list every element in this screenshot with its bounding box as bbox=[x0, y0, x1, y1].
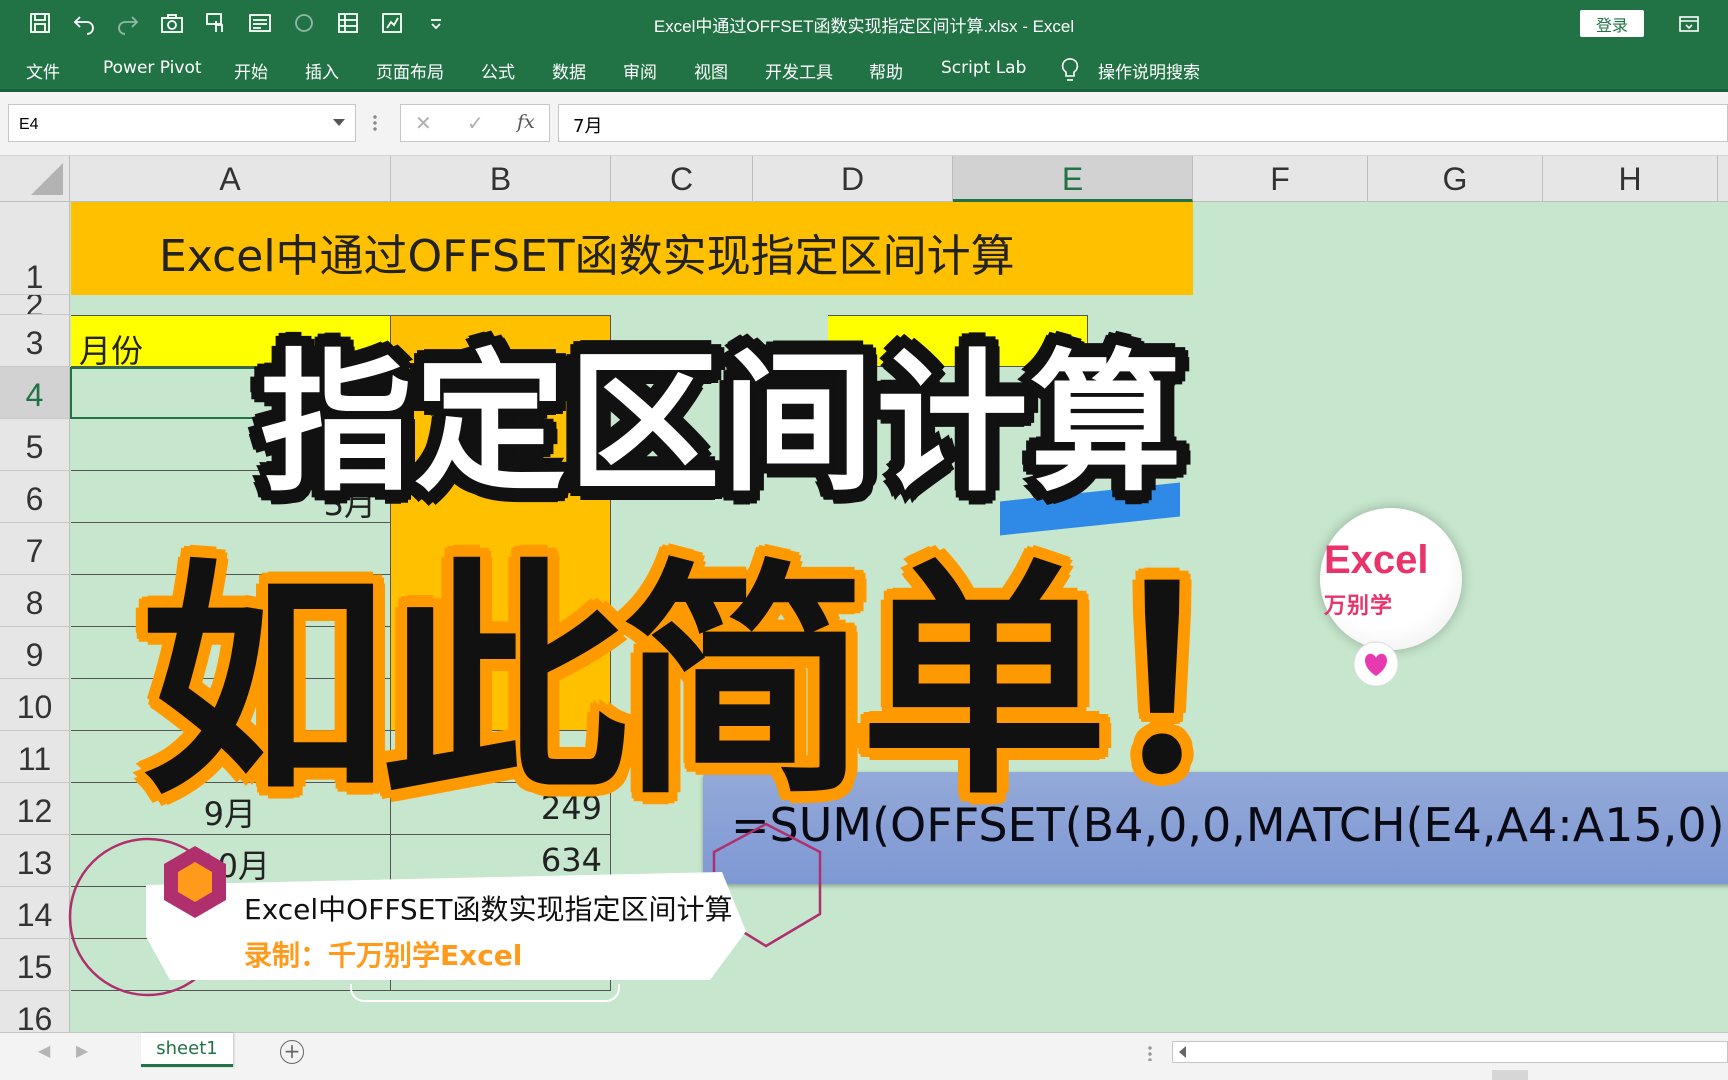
cell-a11[interactable] bbox=[71, 731, 391, 783]
column-header-a[interactable]: A bbox=[70, 156, 391, 202]
tab-developer[interactable]: 开发工具 bbox=[765, 58, 833, 83]
column-header-h[interactable]: H bbox=[1543, 156, 1718, 202]
cell-b15[interactable] bbox=[391, 939, 611, 991]
tab-file[interactable]: 文件 bbox=[26, 58, 60, 83]
cell-a12[interactable]: 9月 bbox=[71, 783, 391, 835]
cell-b14[interactable] bbox=[391, 887, 611, 939]
tab-home[interactable]: 开始 bbox=[234, 58, 268, 83]
cell-b3[interactable] bbox=[391, 315, 611, 367]
sheet-title-cell[interactable]: Excel中通过OFFSET函数实现指定区间计算 bbox=[71, 202, 1193, 295]
row-header-14[interactable]: 14 bbox=[0, 887, 70, 939]
tab-review[interactable]: 审阅 bbox=[623, 58, 657, 83]
select-all-button[interactable] bbox=[0, 156, 70, 202]
ribbon-display-options-icon[interactable] bbox=[1678, 13, 1700, 35]
cell-d3-e3[interactable] bbox=[828, 315, 1088, 367]
column-header-i[interactable] bbox=[1718, 156, 1728, 202]
status-bar bbox=[0, 1070, 1728, 1080]
cell-b13[interactable]: 634 bbox=[391, 835, 611, 887]
add-sheet-icon[interactable]: + bbox=[280, 1040, 304, 1064]
row-header-11[interactable]: 11 bbox=[0, 731, 70, 783]
column-header-e[interactable]: E bbox=[953, 156, 1193, 202]
lightbulb-icon bbox=[1058, 56, 1082, 84]
excel-window: Excel中通过OFFSET函数实现指定区间计算.xlsx - Excel 登录… bbox=[0, 0, 1728, 1080]
formula-input[interactable]: 7月 bbox=[558, 104, 1728, 142]
row-header-5[interactable]: 5 bbox=[0, 419, 70, 471]
title-bar: Excel中通过OFFSET函数实现指定区间计算.xlsx - Excel 登录 bbox=[0, 0, 1728, 48]
drag-handle-icon[interactable] bbox=[373, 114, 377, 132]
column-header-c[interactable]: C bbox=[611, 156, 753, 202]
row-header-7[interactable]: 7 bbox=[0, 523, 70, 575]
cell-b11[interactable] bbox=[391, 731, 611, 783]
column-header-g[interactable]: G bbox=[1368, 156, 1543, 202]
cell-a7[interactable] bbox=[71, 523, 391, 575]
column-header-b[interactable]: B bbox=[391, 156, 611, 202]
tab-script-lab[interactable]: Script Lab bbox=[941, 58, 1026, 78]
formula-buttons: ✕ ✓ fx bbox=[400, 104, 550, 142]
next-sheet-icon[interactable]: ▶ bbox=[76, 1041, 88, 1060]
tab-view[interactable]: 视图 bbox=[694, 58, 728, 83]
row-header-4[interactable]: 4 bbox=[0, 367, 70, 419]
insert-function-icon[interactable]: fx bbox=[517, 111, 535, 133]
tab-insert[interactable]: 插入 bbox=[305, 58, 339, 83]
horizontal-scrollbar[interactable] bbox=[1172, 1041, 1728, 1063]
tab-help[interactable]: 帮助 bbox=[869, 58, 903, 83]
row-header-10[interactable]: 10 bbox=[0, 679, 70, 731]
tell-me-search[interactable]: 操作说明搜索 bbox=[1098, 58, 1200, 83]
cell-a15[interactable] bbox=[71, 939, 391, 991]
column-header-f[interactable]: F bbox=[1193, 156, 1368, 202]
cancel-icon[interactable]: ✕ bbox=[415, 111, 432, 135]
active-cell-border bbox=[70, 367, 392, 419]
normal-view-button[interactable] bbox=[1492, 1070, 1528, 1080]
sheet-tab-sheet1[interactable]: sheet1 bbox=[141, 1033, 233, 1067]
ribbon-tabs: 文件 Power Pivot 开始 插入 页面布局 公式 数据 审阅 视图 开发… bbox=[0, 48, 1728, 92]
sheet-tab-bar: ◀ ▶ sheet1 + bbox=[0, 1032, 1728, 1070]
enter-icon[interactable]: ✓ bbox=[467, 111, 484, 135]
tab-page-layout[interactable]: 页面布局 bbox=[376, 58, 444, 83]
row-header-1[interactable]: 1 bbox=[0, 202, 70, 295]
name-box[interactable]: E4 bbox=[8, 104, 356, 142]
cell-a9[interactable] bbox=[71, 627, 391, 679]
formula-bar: E4 ✕ ✓ fx 7月 bbox=[0, 92, 1728, 156]
scroll-left-icon[interactable] bbox=[1179, 1046, 1186, 1058]
row-header-15[interactable]: 15 bbox=[0, 939, 70, 991]
splitter-handle[interactable] bbox=[1148, 1045, 1152, 1061]
cell-a5[interactable]: 2月 bbox=[71, 419, 391, 471]
row-header-16[interactable]: 16 bbox=[0, 991, 70, 1032]
tab-formulas[interactable]: 公式 bbox=[481, 58, 515, 83]
name-box-value: E4 bbox=[19, 116, 39, 133]
worksheet-grid[interactable]: A B C D E F G H 1 2 3 4 5 6 7 8 9 10 11 … bbox=[0, 156, 1728, 1032]
tab-data[interactable]: 数据 bbox=[552, 58, 586, 83]
column-header-d[interactable]: D bbox=[753, 156, 953, 202]
row-header-3[interactable]: 3 bbox=[0, 315, 70, 367]
tab-power-pivot[interactable]: Power Pivot bbox=[103, 58, 202, 78]
cell-a3[interactable]: 月份 bbox=[71, 315, 391, 367]
row-header-13[interactable]: 13 bbox=[0, 835, 70, 887]
prev-sheet-icon[interactable]: ◀ bbox=[38, 1041, 50, 1060]
highlighted-range-b4-b10[interactable] bbox=[391, 367, 611, 731]
cell-a10[interactable] bbox=[71, 679, 391, 731]
cell-b12[interactable]: 249 bbox=[391, 783, 611, 835]
window-title: Excel中通过OFFSET函数实现指定区间计算.xlsx - Excel bbox=[653, 17, 1075, 36]
row-header-6[interactable]: 6 bbox=[0, 471, 70, 523]
login-button[interactable]: 登录 bbox=[1580, 10, 1644, 37]
cell-a13[interactable]: 10月 bbox=[71, 835, 391, 887]
cell-a6[interactable]: 3月 bbox=[71, 471, 391, 523]
row-header-12[interactable]: 12 bbox=[0, 783, 70, 835]
cell-a14[interactable] bbox=[71, 887, 391, 939]
row-header-8[interactable]: 8 bbox=[0, 575, 70, 627]
row-header-9[interactable]: 9 bbox=[0, 627, 70, 679]
chevron-down-icon[interactable] bbox=[333, 119, 345, 126]
cell-a8[interactable] bbox=[71, 575, 391, 627]
row-header-2[interactable]: 2 bbox=[0, 295, 70, 315]
